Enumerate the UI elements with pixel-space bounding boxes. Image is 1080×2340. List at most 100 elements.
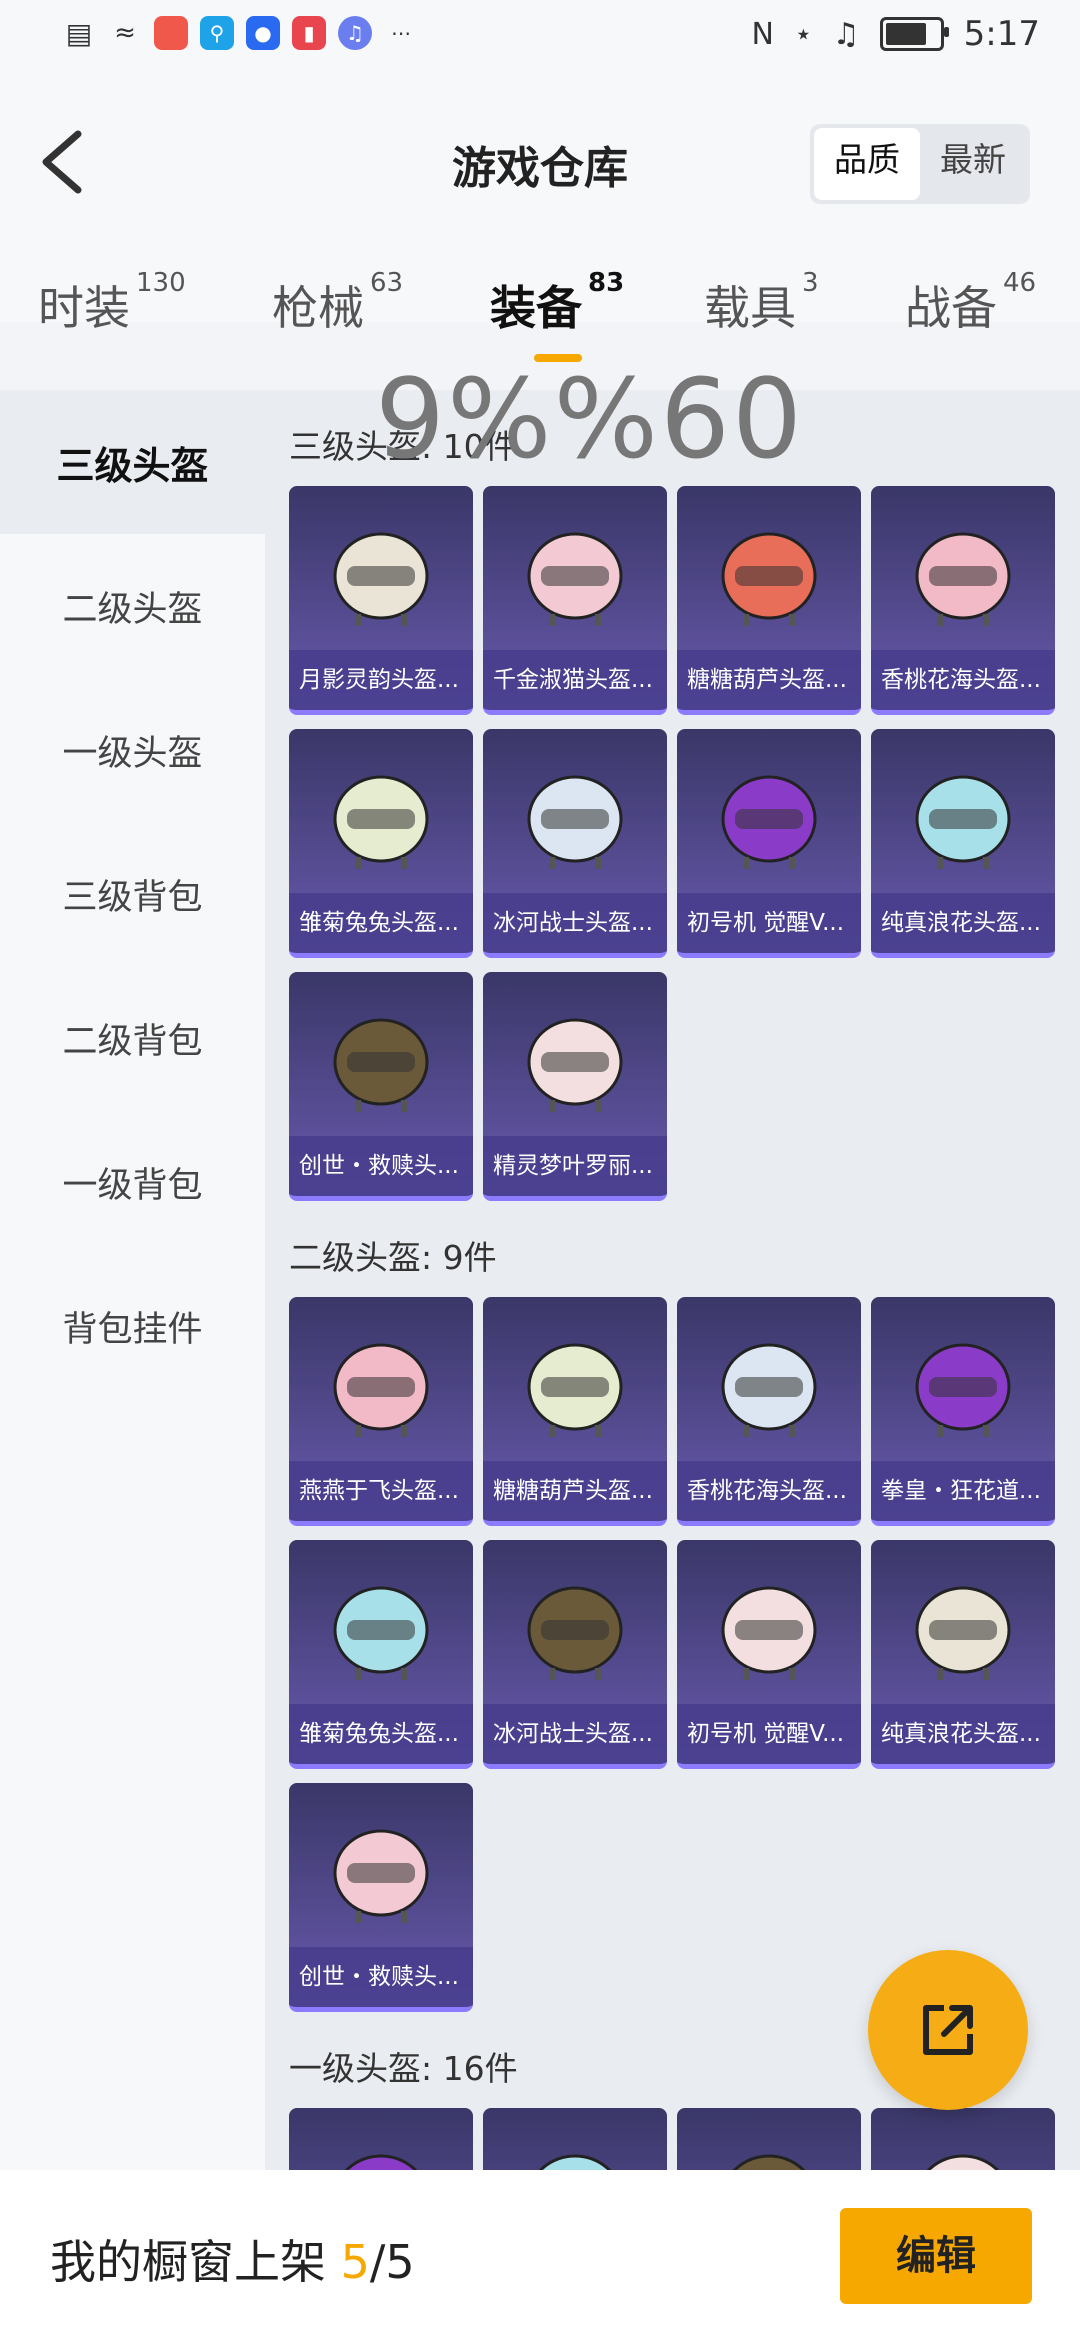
item-name: 创世・救赎头... — [289, 1136, 473, 1196]
item-card[interactable]: 雏菊兔兔头盔... — [289, 729, 473, 958]
header: 游戏仓库 品质 最新 时装 130 枪械 63 装备 83 载具 3 战备 46 — [0, 72, 1080, 335]
music-icon: ♫ — [338, 16, 372, 50]
item-name: 精灵梦叶罗丽... — [483, 1136, 667, 1196]
helmet-icon — [333, 1829, 429, 1923]
item-card[interactable]: 月影灵韵头盔... — [289, 486, 473, 715]
status-bar: ▤ ≈ ⚲ ● ▮ ♫ ⋯ N ⋆ ♫ 5:17 — [0, 0, 1080, 72]
tab-label: 时装 — [38, 281, 130, 335]
overlay-watermark: 9%%60 — [375, 355, 804, 483]
shelf-current: 5 — [340, 2235, 370, 2289]
clock: 5:17 — [963, 14, 1040, 54]
item-card[interactable] — [483, 2108, 667, 2170]
sidebar-item-level1-backpack[interactable]: 一级背包 — [0, 1110, 265, 1254]
item-name: 冰河战士头盔... — [483, 1704, 667, 1764]
sort-newest-button[interactable]: 最新 — [920, 128, 1026, 200]
shelf-total: /5 — [369, 2235, 415, 2289]
item-card[interactable]: 创世・救赎头... — [289, 1783, 473, 2012]
sidebar: 三级头盔 二级头盔 一级头盔 三级背包 二级背包 一级背包 背包挂件 — [0, 390, 265, 2170]
item-grid — [265, 2108, 1069, 2170]
tab-tactical[interactable]: 战备 46 — [905, 268, 1036, 338]
item-name: 千金淑猫头盔... — [483, 650, 667, 710]
item-name: 初号机 觉醒V... — [677, 1704, 861, 1764]
item-card[interactable]: 雏菊兔兔头盔... — [289, 1540, 473, 1769]
helmet-icon — [915, 1586, 1011, 1680]
item-name: 拳皇・狂花道... — [871, 1461, 1055, 1521]
status-left-icons: ▤ ≈ ⚲ ● ▮ ♫ ⋯ — [62, 16, 418, 50]
item-card[interactable]: 香桃花海头盔... — [677, 1297, 861, 1526]
helmet-icon — [721, 532, 817, 626]
battery-icon — [879, 17, 949, 51]
helmet-icon — [527, 1018, 623, 1112]
item-name: 冰河战士头盔... — [483, 893, 667, 953]
helmet-icon — [915, 532, 1011, 626]
tab-guns[interactable]: 枪械 63 — [272, 268, 403, 338]
item-card[interactable]: 香桃花海头盔... — [871, 486, 1055, 715]
sort-quality-button[interactable]: 品质 — [814, 128, 920, 200]
item-card[interactable]: 初号机 觉醒V... — [677, 729, 861, 958]
share-button[interactable] — [868, 1950, 1028, 2110]
item-card[interactable] — [871, 2108, 1055, 2170]
book-icon: ▮ — [292, 16, 326, 50]
item-name: 糖糖葫芦头盔... — [483, 1461, 667, 1521]
bluetooth-icon: ⋆ — [793, 16, 813, 52]
helmet-icon — [333, 532, 429, 626]
helmet-icon — [732, 2154, 806, 2170]
item-card[interactable]: 糖糖葫芦头盔... — [483, 1297, 667, 1526]
item-list[interactable]: 三级头盔: 10件 月影灵韵头盔... 千金淑猫头盔... 糖糖葫芦头盔... 香桃花海… — [265, 390, 1080, 2170]
tab-count: 83 — [588, 268, 625, 298]
item-name: 创世・救赎头... — [289, 1947, 473, 2007]
item-card[interactable]: 纯真浪花头盔... — [871, 1540, 1055, 1769]
item-card[interactable]: 创世・救赎头... — [289, 972, 473, 1201]
tab-fashion[interactable]: 时装 130 — [38, 268, 186, 338]
helmet-icon — [926, 2154, 1000, 2170]
item-name: 香桃花海头盔... — [871, 650, 1055, 710]
item-card[interactable]: 冰河战士头盔... — [483, 729, 667, 958]
helmet-icon — [333, 775, 429, 869]
item-name: 雏菊兔兔头盔... — [289, 893, 473, 953]
item-card[interactable]: 糖糖葫芦头盔... — [677, 486, 861, 715]
share-icon — [923, 2005, 973, 2055]
helmet-icon — [721, 1586, 817, 1680]
sidebar-item-level2-backpack[interactable]: 二级背包 — [0, 966, 265, 1110]
sidebar-item-level3-helmet[interactable]: 三级头盔 — [0, 390, 265, 534]
tab-label: 战备 — [905, 281, 997, 335]
tab-count: 46 — [1003, 268, 1037, 298]
sidebar-item-backpack-charm[interactable]: 背包挂件 — [0, 1254, 265, 1398]
tab-count: 130 — [136, 268, 186, 298]
sidebar-item-level2-helmet[interactable]: 二级头盔 — [0, 534, 265, 678]
tab-label: 枪械 — [272, 281, 364, 335]
item-card[interactable]: 初号机 觉醒V... — [677, 1540, 861, 1769]
helmet-icon — [333, 1343, 429, 1437]
alert-icon: ▤ — [65, 16, 93, 50]
shelf-status: 我的橱窗上架 5/5 — [50, 2226, 415, 2292]
item-card[interactable]: 冰河战士头盔... — [483, 1540, 667, 1769]
item-name: 雏菊兔兔头盔... — [289, 1704, 473, 1764]
item-card[interactable]: 千金淑猫头盔... — [483, 486, 667, 715]
item-card[interactable]: 燕燕于飞头盔... — [289, 1297, 473, 1526]
helmet-icon — [333, 1586, 429, 1680]
item-grid: 月影灵韵头盔... 千金淑猫头盔... 糖糖葫芦头盔... 香桃花海头盔... 雏菊兔兔… — [265, 486, 1069, 1201]
sidebar-item-level3-backpack[interactable]: 三级背包 — [0, 822, 265, 966]
tab-label: 装备 — [490, 281, 582, 335]
shelf-label: 我的橱窗上架 — [50, 2235, 326, 2289]
tab-vehicles[interactable]: 载具 3 — [704, 268, 819, 338]
mute-icon: ♫ — [832, 16, 860, 52]
status-right-icons: N ⋆ ♫ 5:17 — [752, 14, 1041, 54]
item-name: 初号机 觉醒V... — [677, 893, 861, 953]
tab-equipment[interactable]: 装备 83 — [490, 268, 624, 338]
item-grid: 燕燕于飞头盔... 糖糖葫芦头盔... 香桃花海头盔... 拳皇・狂花道... 雏菊兔兔… — [265, 1297, 1069, 2012]
bottom-bar: 我的橱窗上架 5/5 编辑 — [0, 2170, 1080, 2340]
item-card[interactable]: 拳皇・狂花道... — [871, 1297, 1055, 1526]
edit-button[interactable]: 编辑 — [840, 2208, 1032, 2304]
search-app-icon: ⚲ — [200, 16, 234, 50]
item-name: 燕燕于飞头盔... — [289, 1461, 473, 1521]
section-title: 二级头盔: 9件 — [289, 1238, 497, 1277]
app-red-icon — [154, 16, 188, 50]
sidebar-item-level1-helmet[interactable]: 一级头盔 — [0, 678, 265, 822]
wifi-icon: ≈ — [114, 18, 136, 48]
item-card[interactable]: 精灵梦叶罗丽... — [483, 972, 667, 1201]
item-card[interactable] — [677, 2108, 861, 2170]
item-card[interactable] — [289, 2108, 473, 2170]
item-card[interactable]: 纯真浪花头盔... — [871, 729, 1055, 958]
helmet-icon — [721, 1343, 817, 1437]
